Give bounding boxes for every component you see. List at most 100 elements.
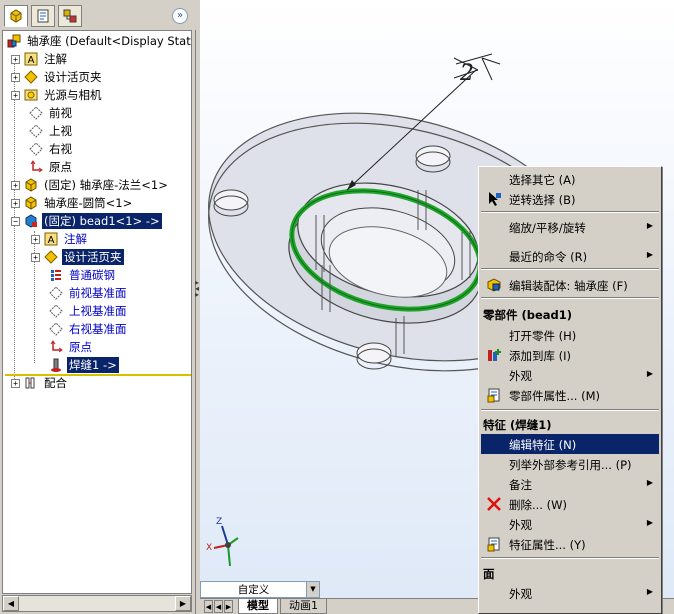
configuration-manager-tab[interactable]	[58, 5, 82, 27]
expand-icon[interactable]: +	[11, 90, 20, 100]
svg-text:A: A	[28, 55, 35, 66]
tree-item-origin[interactable]: 原点	[25, 158, 74, 176]
weld-bead-icon	[49, 358, 63, 372]
feature-manager-panel: » 轴承座 (Default<Display State-1 + A 注解 + …	[0, 0, 196, 614]
tree-item-mates[interactable]: + 配合	[11, 374, 69, 392]
tree-item-bead-front-plane[interactable]: 前视基准面	[45, 284, 129, 302]
plane-icon	[29, 106, 43, 120]
annotation-icon: A	[44, 232, 58, 246]
property-manager-tab[interactable]	[31, 5, 55, 27]
chevron-down-icon[interactable]: ▼	[306, 582, 319, 597]
tab-nav-left2-icon[interactable]: ◀	[214, 600, 223, 613]
menu-comment[interactable]: 备注 ▶	[481, 474, 659, 494]
menu-zoom-pan-rotate[interactable]: 缩放/平移/旋转 ▶	[481, 217, 659, 237]
properties-icon	[486, 536, 502, 552]
tree-item-bead-annotations[interactable]: + A 注解	[31, 230, 89, 248]
context-menu: 选择其它 (A) 逆转选择 (B) 缩放/平移/旋转 ▶ 最近的命令 (R) ▶…	[478, 166, 662, 614]
plane-icon	[29, 142, 43, 156]
menu-edit-feature[interactable]: 编辑特征 (N)	[481, 434, 659, 454]
menu-feature-appearance[interactable]: 外观 ▶	[481, 514, 659, 534]
part-icon	[24, 196, 38, 210]
menu-add-to-library[interactable]: 添加到库 (I)	[481, 345, 659, 365]
menu-edit-assembly[interactable]: 编辑装配体: 轴承座 (F)	[481, 275, 659, 295]
panel-splitter-grip[interactable]: ▸ ◂ ▸	[195, 279, 199, 310]
menu-delete[interactable]: 删除... (W)	[481, 494, 659, 514]
tree-item-flange-part[interactable]: + (固定) 轴承座-法兰<1>	[11, 176, 170, 194]
tree-item-bead-top-plane[interactable]: 上视基准面	[45, 302, 129, 320]
configuration-icon	[63, 9, 77, 23]
configuration-value: 自定义	[237, 584, 270, 596]
menu-component-appearance[interactable]: 外观 ▶	[481, 365, 659, 385]
tree-item-weld-feature[interactable]: 焊缝1 ->	[45, 356, 119, 374]
section-face-header: 面	[483, 567, 495, 581]
collapse-icon[interactable]: −	[11, 216, 20, 226]
submenu-arrow-icon: ▶	[646, 478, 653, 487]
menu-component-properties[interactable]: 零部件属性... (M)	[481, 385, 659, 405]
expand-icon[interactable]: +	[11, 378, 20, 388]
menu-select-other[interactable]: 选择其它 (A)	[481, 169, 659, 189]
lights-icon	[24, 88, 38, 102]
tree-item-right-plane[interactable]: 右视	[25, 140, 74, 158]
expand-icon[interactable]: +	[11, 180, 20, 190]
weld-symbol-size: 2	[459, 61, 474, 86]
part-icon	[24, 178, 38, 192]
tree-item-cylinder-part[interactable]: + 轴承座-圆筒<1>	[11, 194, 134, 212]
section-component-header: 零部件 (bead1)	[483, 308, 573, 322]
expand-icon[interactable]: +	[11, 54, 20, 64]
tree-item-bead-part[interactable]: − (固定) bead1<1> ->	[11, 212, 162, 230]
tree-item-top-plane[interactable]: 上视	[25, 122, 74, 140]
tree-root-assembly[interactable]: 轴承座 (Default<Display State-1	[5, 32, 192, 50]
submenu-arrow-icon: ▶	[646, 250, 653, 259]
submenu-arrow-icon: ▶	[646, 587, 653, 596]
tab-nav-right-icon[interactable]: ▶	[224, 600, 233, 613]
expand-icon[interactable]: +	[31, 234, 40, 244]
tree-item-bead-right-plane[interactable]: 右视基准面	[45, 320, 129, 338]
menu-list-external-refs[interactable]: 列举外部参考引用... (P)	[481, 454, 659, 474]
tree-horizontal-scrollbar[interactable]: ◀ ▶	[2, 595, 192, 612]
section-feature-header: 特征 (焊缝1)	[483, 418, 552, 432]
tree-item-design-binder[interactable]: + 设计活页夹	[11, 68, 104, 86]
menu-face-appearance[interactable]: 外观 ▶	[481, 583, 659, 603]
expand-icon[interactable]: +	[31, 252, 40, 262]
delete-x-icon	[486, 496, 502, 512]
expand-icon[interactable]: +	[11, 72, 20, 82]
plane-icon	[49, 322, 63, 336]
chevron-right-icon[interactable]: »	[172, 8, 188, 24]
material-icon	[49, 268, 63, 282]
submenu-arrow-icon: ▶	[646, 518, 653, 527]
plane-icon	[49, 286, 63, 300]
axis-x-label: X	[206, 543, 212, 553]
origin-icon	[49, 340, 63, 354]
tab-model[interactable]: 模型	[238, 599, 278, 614]
tree-item-annotations[interactable]: + A 注解	[11, 50, 69, 68]
menu-recent-commands[interactable]: 最近的命令 (R) ▶	[481, 246, 659, 266]
feature-manager-tab[interactable]	[4, 5, 28, 27]
add-library-icon	[486, 347, 502, 363]
tree-item-bead-origin[interactable]: 原点	[45, 338, 94, 356]
tree-item-bead-design-binder[interactable]: + 设计活页夹	[31, 248, 124, 266]
submenu-arrow-icon: ▶	[646, 369, 653, 378]
menu-open-part[interactable]: 打开零件 (H)	[481, 325, 659, 345]
menu-feature-properties[interactable]: 特征属性... (Y)	[481, 534, 659, 554]
tab-animation[interactable]: 动画1	[280, 599, 327, 614]
axis-z-label: Z	[216, 517, 222, 527]
configuration-select[interactable]: 自定义 ▼	[200, 581, 320, 598]
design-binder-icon	[24, 70, 38, 84]
assembly-icon	[7, 34, 21, 48]
view-triad: Z X	[206, 517, 239, 567]
plane-icon	[29, 124, 43, 138]
root-label: 轴承座 (Default<Display State-1	[27, 34, 192, 48]
property-sheet-icon	[37, 9, 49, 23]
tree-item-lights-cameras[interactable]: + 光源与相机	[11, 86, 104, 104]
expand-icon[interactable]: +	[11, 198, 20, 208]
svg-text:A: A	[48, 235, 55, 246]
scroll-right-icon[interactable]: ▶	[175, 596, 191, 611]
tree-item-material[interactable]: 普通碳钢	[45, 266, 117, 284]
menu-invert-selection[interactable]: 逆转选择 (B)	[481, 189, 659, 209]
tab-nav-left-icon[interactable]: ◀	[204, 600, 213, 613]
design-binder-icon	[44, 250, 58, 264]
feature-tree-icon	[10, 9, 22, 23]
submenu-arrow-icon: ▶	[646, 221, 653, 230]
tree-item-front-plane[interactable]: 前视	[25, 104, 74, 122]
scroll-left-icon[interactable]: ◀	[3, 596, 19, 611]
